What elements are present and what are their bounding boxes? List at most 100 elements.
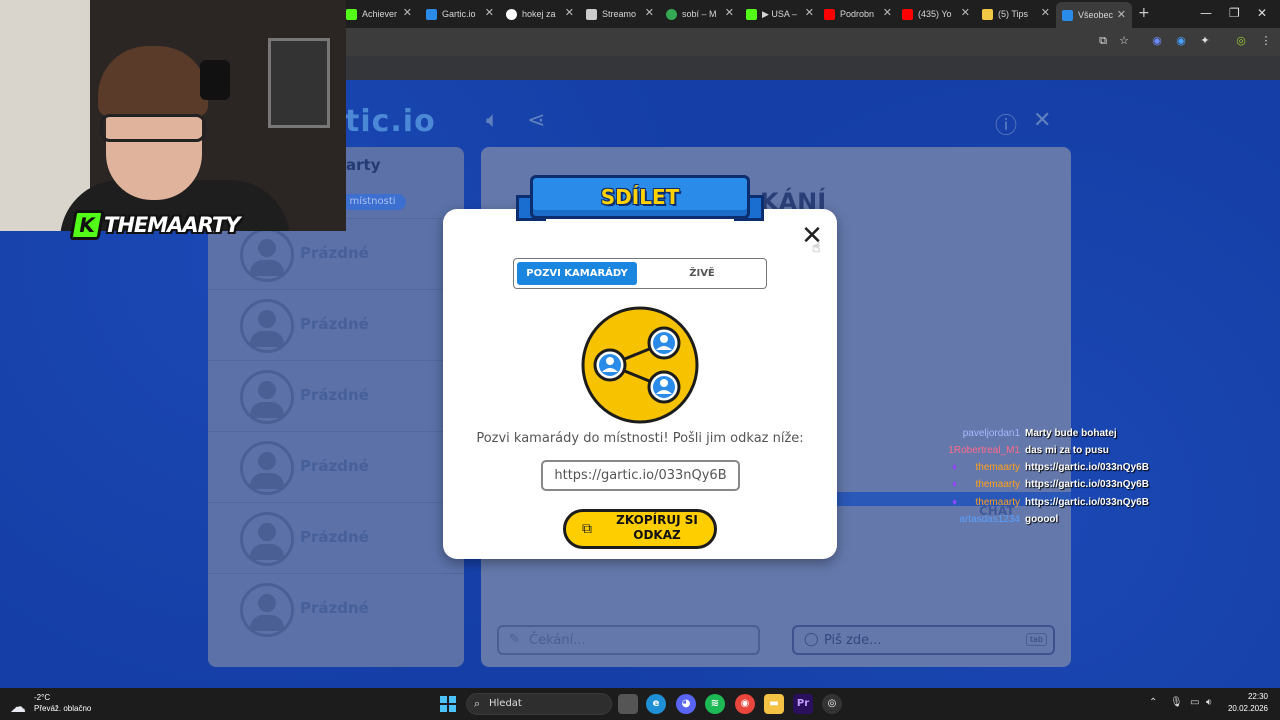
new-tab-button[interactable]: + [1138, 5, 1150, 21]
volume-icon[interactable]: 🔉︎ [1206, 697, 1212, 708]
obs-icon[interactable]: ◎ [822, 694, 842, 714]
browser-tab[interactable]: ▶ USA – ✕ [746, 4, 820, 24]
streamer-name: THEMAARTY [104, 213, 240, 237]
chat-text: https://gartic.io/033nQy6B [1025, 497, 1149, 508]
player-slot: Prázdné [208, 360, 464, 431]
clock-time: 22:30 [1247, 692, 1268, 701]
tab-close-icon[interactable]: ✕ [883, 6, 892, 19]
minimize-icon[interactable]: — [1200, 6, 1212, 20]
tab-close-icon[interactable]: ✕ [485, 6, 494, 19]
extensions-puzzle-icon[interactable]: ✦ [1198, 34, 1212, 48]
chat-username: themaarty [975, 497, 1020, 508]
share-icon[interactable]: ⋖ [527, 108, 545, 133]
tab-close-icon[interactable]: ✕ [1117, 8, 1126, 21]
chat-text: das mi za to pusu [1025, 445, 1109, 456]
player-name: arty [346, 156, 381, 174]
browser-tab[interactable]: (435) Yo ✕ [902, 4, 976, 24]
tab-close-icon[interactable]: ✕ [725, 6, 734, 19]
network-icon[interactable]: ▭ [1190, 697, 1199, 708]
stream-chat-message: ♦ themaarty https://gartic.io/033nQy6B [900, 497, 1280, 513]
search-icon: ⌕ [474, 697, 481, 710]
tab-invite-friends[interactable]: POZVI KAMARÁDY [517, 262, 637, 285]
taskbar-clock[interactable]: 22:30 20.02.2026 [1226, 692, 1268, 713]
window-close-icon[interactable]: ✕ [1257, 6, 1267, 20]
microphone-icon[interactable]: 🎙︎ [1170, 697, 1183, 708]
extension-a-icon[interactable]: ◉ [1150, 34, 1164, 48]
avatar-icon [240, 228, 294, 282]
modal-title: SDÍLET [600, 185, 680, 209]
premiere-icon[interactable]: Pr [793, 694, 813, 714]
avatar-icon [240, 441, 294, 495]
info-icon[interactable]: ⓘ [995, 108, 1017, 140]
discord-icon[interactable]: ◕ [676, 694, 696, 714]
invite-link-field[interactable]: https://gartic.io/033nQy6B [541, 460, 740, 491]
chrome-icon[interactable]: ◉ [735, 694, 755, 714]
invite-instructions: Pozvi kamarády do místnosti! Pošli jim o… [476, 431, 804, 446]
browser-menu-icon[interactable]: ⋮ [1259, 34, 1273, 48]
avatar-icon [240, 583, 294, 637]
chat-text: gooool [1025, 514, 1059, 525]
copy-link-label: ZKOPÍRUJ SI ODKAZ [616, 513, 698, 542]
tab-close-icon[interactable]: ✕ [805, 6, 814, 19]
avatar-icon [240, 512, 294, 566]
tab-close-icon[interactable]: ✕ [403, 6, 412, 19]
webcam-picture-frame [268, 38, 330, 128]
gartic-logo: tic.io [345, 104, 436, 139]
start-button[interactable] [440, 696, 456, 712]
chat-text: https://gartic.io/033nQy6B [1025, 479, 1149, 490]
sound-icon[interactable]: 🔈︎ [486, 108, 499, 133]
file-explorer-icon[interactable]: ▬ [764, 694, 784, 714]
cloud-icon: ☁ [10, 699, 26, 716]
tab-close-icon[interactable]: ✕ [565, 6, 574, 19]
edge-icon[interactable]: e [646, 694, 666, 714]
browser-tab[interactable]: sobí – M ✕ [666, 4, 740, 24]
share-tabs: POZVI KAMARÁDY ŽIVĚ [513, 258, 767, 289]
task-view-icon[interactable] [618, 694, 638, 714]
tab-favicon-icon [902, 8, 913, 20]
taskbar-search[interactable]: ⌕ Hledat [466, 693, 612, 715]
avatar-icon [240, 370, 294, 424]
answer-input[interactable]: ✎ Čekání... [497, 625, 760, 655]
windows-taskbar [0, 688, 1280, 720]
chat-badge-icon: ♦ [952, 479, 958, 490]
browser-tab[interactable]: Achiever ✕ [346, 4, 418, 24]
player-slot: Prázdné [208, 502, 464, 573]
browser-tab[interactable]: (5) Tips ✕ [982, 4, 1056, 24]
browser-tab[interactable]: Podrobn ✕ [824, 4, 898, 24]
tab-close-icon[interactable]: ✕ [1041, 6, 1050, 19]
tab-favicon-icon [346, 8, 357, 20]
browser-tab[interactable]: Gartic.io ✕ [426, 4, 500, 24]
tab-favicon-icon [586, 8, 597, 20]
avatar-icon [240, 299, 294, 353]
player-slot: Prázdné [208, 431, 464, 502]
stream-chat-message: artasdas1234 gooool [900, 514, 1280, 530]
copy-link-button[interactable]: ⧉ ZKOPÍRUJ SI ODKAZ [563, 509, 717, 549]
webcam-glasses [100, 114, 206, 142]
chat-input[interactable]: ◯ Piš zde... tab [792, 625, 1055, 655]
exit-icon[interactable]: ✕ [1033, 108, 1051, 133]
tab-favicon-icon [1062, 9, 1073, 21]
restore-icon[interactable]: ❐ [1229, 6, 1240, 20]
share-ribbon: SDÍLET [516, 175, 764, 231]
player-slot: Prázdné [208, 289, 464, 360]
tab-close-icon[interactable]: ✕ [961, 6, 970, 19]
install-app-icon[interactable]: ⧉ [1096, 34, 1110, 48]
tab-key-hint: tab [1025, 633, 1047, 646]
browser-tab[interactable]: hokej za ✕ [506, 4, 580, 24]
chat-badge-icon: ♦ [952, 462, 958, 473]
tab-favicon-icon [982, 8, 993, 20]
browser-tab[interactable]: Streamo ✕ [586, 4, 660, 24]
clock-date: 20.02.2026 [1227, 704, 1268, 713]
spotify-icon[interactable]: ≋ [705, 694, 725, 714]
browser-tab-active[interactable]: Všeobec ✕ [1056, 2, 1132, 28]
temperature: -2°C [34, 693, 51, 702]
bookmark-star-icon[interactable]: ☆ [1117, 34, 1131, 48]
profile-avatar-icon[interactable]: ◎ [1234, 34, 1248, 48]
tab-live[interactable]: ŽIVĚ [642, 262, 762, 285]
tab-close-icon[interactable]: ✕ [645, 6, 654, 19]
extension-b-icon[interactable]: ◉ [1174, 34, 1188, 48]
webcam-overlay [0, 0, 346, 231]
stream-chat-message: 1Robertreal_M1 das mi za to pusu [900, 445, 1280, 461]
tab-favicon-icon [746, 8, 757, 20]
tray-chevron-icon[interactable]: ⌃ [1149, 697, 1157, 708]
